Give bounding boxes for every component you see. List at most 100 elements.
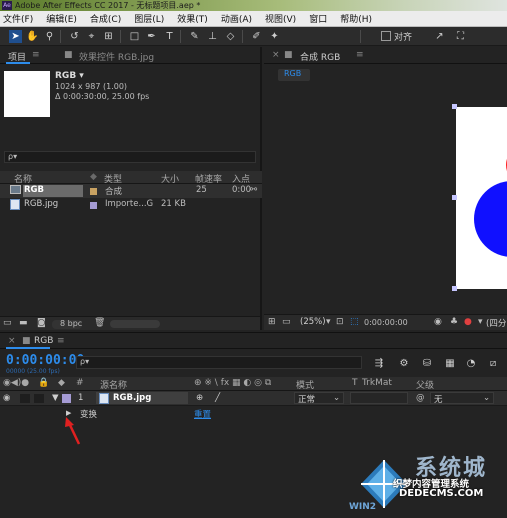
snapshot-icon[interactable]: ◉ bbox=[434, 317, 442, 327]
type-tool-icon[interactable]: T bbox=[163, 30, 176, 43]
column-trkmat[interactable]: TrkMat bbox=[362, 378, 392, 388]
zoom-level[interactable]: (25%) bbox=[300, 317, 326, 327]
lock-icon[interactable]: ■ bbox=[22, 336, 31, 346]
quality-switch-icon[interactable]: ╱ bbox=[215, 393, 220, 403]
label-swatch[interactable] bbox=[90, 202, 97, 209]
lock-icon[interactable]: ■ bbox=[64, 50, 73, 60]
new-composition-icon[interactable]: ◙ bbox=[37, 318, 46, 328]
monitor-icon[interactable]: ▭ bbox=[282, 317, 291, 327]
chevron-down-icon[interactable]: ▾ bbox=[478, 317, 483, 327]
project-scrollbar[interactable] bbox=[110, 320, 160, 328]
layer-label-swatch[interactable] bbox=[62, 394, 71, 403]
panel-menu-icon[interactable]: ≡ bbox=[356, 50, 364, 60]
panel-menu-icon[interactable]: ≡ bbox=[32, 50, 40, 60]
menu-effect[interactable]: 效果(T) bbox=[177, 12, 208, 25]
puppet-pin-tool-icon[interactable]: ✦ bbox=[268, 30, 281, 43]
frame-blending-icon[interactable]: ▦ bbox=[443, 357, 457, 371]
region-of-interest-icon[interactable]: ⬚ bbox=[350, 317, 359, 327]
graph-editor-icon[interactable]: ⧄ bbox=[486, 357, 500, 371]
comp-navigator-chip[interactable]: RGB bbox=[278, 69, 310, 81]
project-row-rgb-jpg[interactable]: RGB.jpg Importe...G 21 KB bbox=[0, 198, 262, 212]
menu-file[interactable]: 文件(F) bbox=[3, 12, 33, 25]
comp-canvas[interactable] bbox=[264, 87, 507, 313]
hand-tool-icon[interactable]: ✋ bbox=[26, 30, 39, 43]
project-row-rgb[interactable]: RGB 合成 25 0:00 ⚯ bbox=[0, 184, 262, 198]
column-index[interactable]: # bbox=[76, 378, 84, 388]
layer-row[interactable]: ◉ ▼ 1 RGB.jpg ⊕ ╱ 正常 ⌄ @ 无 ⌄ bbox=[0, 391, 507, 406]
blend-mode-dropdown[interactable]: 正常 ⌄ bbox=[294, 392, 344, 405]
clone-stamp-tool-icon[interactable]: ⊥ bbox=[206, 30, 219, 43]
interpret-footage-icon[interactable]: ▭ bbox=[3, 318, 12, 328]
solo-toggle[interactable] bbox=[34, 394, 44, 403]
bounding-handle[interactable] bbox=[452, 104, 457, 109]
selection-tool-icon[interactable]: ➤ bbox=[9, 30, 22, 43]
timeline-search-input[interactable]: ρ▾ bbox=[76, 356, 362, 369]
brush-tool-icon[interactable]: ✎ bbox=[188, 30, 201, 43]
toolbar-divider bbox=[242, 30, 243, 43]
roto-brush-tool-icon[interactable]: ✐ bbox=[250, 30, 263, 43]
resolution-dropdown[interactable]: (四分 bbox=[486, 317, 506, 329]
blend-mode-value: 正常 bbox=[298, 395, 316, 405]
row-type: Importe...G bbox=[105, 199, 154, 209]
pen-tool-icon[interactable]: ✒ bbox=[145, 30, 158, 43]
eye-icon[interactable]: ◉ bbox=[3, 393, 10, 403]
motion-blur-icon[interactable]: ◔ bbox=[464, 357, 478, 371]
row-framerate: 25 bbox=[196, 185, 207, 195]
camera-tool-icon[interactable]: ⌖ bbox=[85, 30, 98, 43]
menu-composition[interactable]: 合成(C) bbox=[90, 12, 121, 25]
project-search-input[interactable]: ρ▾ bbox=[4, 151, 256, 163]
shy-switch-icon[interactable]: ⊕ bbox=[196, 393, 203, 403]
pick-whip-icon[interactable]: @ bbox=[416, 393, 425, 403]
column-mode[interactable]: 模式 bbox=[296, 378, 314, 391]
rectangle-tool-icon[interactable]: □ bbox=[128, 30, 141, 43]
menu-help[interactable]: 帮助(H) bbox=[340, 12, 372, 25]
menu-animation[interactable]: 动画(A) bbox=[221, 12, 252, 25]
current-time[interactable]: 0:00:00:00 bbox=[364, 318, 408, 327]
column-parent[interactable]: 父级 bbox=[416, 378, 434, 391]
close-icon[interactable]: × bbox=[8, 336, 16, 346]
menu-view[interactable]: 视图(V) bbox=[265, 12, 296, 25]
timeline-current-time[interactable]: 0:00:00:00 bbox=[6, 353, 84, 368]
tab-timeline-rgb[interactable]: RGB bbox=[34, 336, 53, 346]
column-t[interactable]: T bbox=[352, 378, 358, 388]
zoom-tool-icon[interactable]: ⚲ bbox=[43, 30, 56, 43]
lock-icon[interactable]: ■ bbox=[284, 50, 293, 60]
show-snapshot-icon[interactable]: ♣ bbox=[450, 317, 458, 327]
column-source-name[interactable]: 源名称 bbox=[100, 378, 127, 391]
menu-edit[interactable]: 编辑(E) bbox=[46, 12, 77, 25]
audio-toggle[interactable] bbox=[20, 394, 30, 403]
tab-composition[interactable]: 合成 RGB bbox=[300, 50, 340, 63]
snap-options-icon[interactable]: ↗ bbox=[433, 30, 446, 43]
project-tab-row: 项目 ≡ ■ 效果控件 RGB.jpg bbox=[0, 47, 260, 64]
flowchart-icon: ⚯ bbox=[250, 185, 258, 195]
shy-layers-icon[interactable]: ⛁ bbox=[420, 357, 434, 371]
expand-triangle-icon[interactable]: ▼ bbox=[52, 393, 59, 403]
trkmat-dropdown[interactable] bbox=[350, 392, 408, 404]
bounding-handle[interactable] bbox=[452, 286, 457, 291]
delete-icon[interactable]: 🗑 bbox=[94, 318, 105, 328]
timeline-column-header: ◉◀)● 🔒 ◆ # 源名称 ⊕ ※ \ fx ▦ ◐ ◎ ⧉ 模式 T Trk… bbox=[0, 377, 507, 391]
color-channel-icon[interactable]: ● bbox=[464, 317, 472, 327]
menu-window[interactable]: 窗口 bbox=[309, 12, 327, 25]
eraser-tool-icon[interactable]: ◇ bbox=[224, 30, 237, 43]
comp-mini-flowchart-icon[interactable]: ⇶ bbox=[372, 357, 386, 371]
reset-link[interactable]: 重置 bbox=[194, 408, 211, 420]
label-swatch[interactable] bbox=[90, 188, 97, 195]
new-folder-icon[interactable]: ▬ bbox=[19, 318, 28, 328]
draft-3d-icon[interactable]: ⚙ bbox=[397, 357, 411, 371]
menu-layer[interactable]: 图层(L) bbox=[134, 12, 164, 25]
row-size: 21 KB bbox=[161, 199, 186, 209]
chevron-down-icon[interactable]: ▾ bbox=[326, 317, 331, 327]
close-icon[interactable]: × bbox=[272, 50, 280, 60]
panel-menu-icon[interactable]: ≡ bbox=[57, 336, 65, 346]
thumbnail-green-circle bbox=[21, 88, 41, 108]
fit-icon[interactable]: ⊡ bbox=[336, 317, 344, 327]
parent-dropdown[interactable]: 无 ⌄ bbox=[430, 392, 494, 405]
always-preview-icon[interactable]: ⊞ bbox=[268, 317, 276, 327]
snap-grid-icon[interactable]: ⛶ bbox=[454, 30, 467, 43]
rotate-tool-icon[interactable]: ↺ bbox=[68, 30, 81, 43]
pan-behind-tool-icon[interactable]: ⊞ bbox=[102, 30, 115, 43]
tab-effect-controls[interactable]: 效果控件 RGB.jpg bbox=[79, 50, 154, 63]
snap-checkbox[interactable] bbox=[381, 31, 391, 41]
bounding-handle[interactable] bbox=[452, 195, 457, 200]
